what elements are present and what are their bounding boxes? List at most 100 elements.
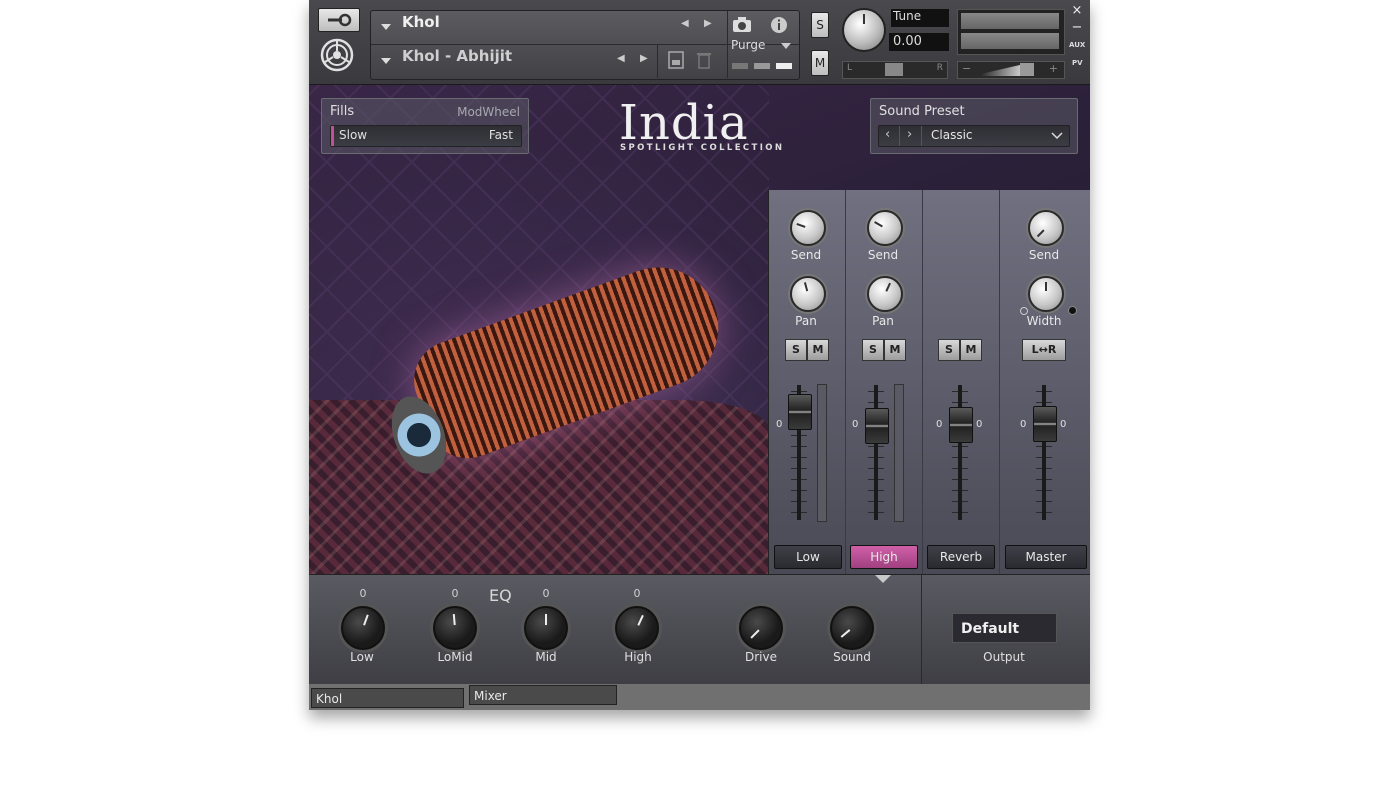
next-patch-icon[interactable]: ▶ [640,53,648,64]
send-label: Send [1028,248,1060,262]
pan-knob[interactable] [790,276,826,312]
wrench-icon [328,13,352,27]
tune-knob[interactable] [842,8,886,52]
volume-fader[interactable] [949,407,973,443]
volume-plus[interactable]: + [1049,62,1058,75]
send-knob[interactable] [1028,210,1064,246]
lr-swap-button[interactable]: L↔R [1022,339,1066,361]
pan-knob[interactable] [867,276,903,312]
sound-knob[interactable] [830,606,874,650]
send-knob[interactable] [790,210,826,246]
purge-label[interactable]: Purge [731,38,765,52]
prev-preset-icon[interactable]: ‹ [885,127,890,142]
channel-reverb-button[interactable]: Reverb [927,545,995,569]
eq-low-knob[interactable] [341,606,385,650]
sound-preset-selector[interactable]: ‹ › Classic [878,125,1070,147]
pan-label: Pan [795,314,817,328]
selected-channel-pointer-icon [875,575,891,583]
mute-button[interactable]: M [807,339,829,361]
drive-knob[interactable] [739,606,783,650]
eq-mid-knob[interactable] [524,606,568,650]
eq-lomid-value: 0 [451,587,459,600]
tab-khol[interactable]: Khol [311,688,464,708]
sound-preset-value[interactable]: Classic [931,128,973,142]
fader-zero-left-label: 0 [1020,419,1027,430]
minimize-button[interactable]: − [1070,21,1084,35]
pv-button[interactable]: PV [1072,59,1083,67]
width-label: Width [1026,314,1062,328]
send-label: Send [790,248,822,262]
wrench-button[interactable] [318,8,360,32]
fader-zero-left-label: 0 [936,419,943,430]
channel-high-button[interactable]: High [850,545,918,569]
level-meter [957,9,1065,55]
mute-button[interactable]: M [884,339,906,361]
prev-instrument-icon[interactable]: ◀ [681,18,689,29]
eq-high-knob[interactable] [615,606,659,650]
pan-slider[interactable]: L R [842,61,948,79]
instrument-header: Khol ◀ ▶ Khol - Abhijit ◀ ▶ Purge S M Tu… [309,0,1090,85]
fills-source[interactable]: ModWheel [457,105,520,119]
tune-value[interactable]: 0.00 [889,33,949,51]
next-instrument-icon[interactable]: ▶ [704,18,712,29]
tab-mixer[interactable]: Mixer [469,685,617,705]
send-knob[interactable] [867,210,903,246]
pan-slider-handle[interactable] [885,63,903,76]
solo-button[interactable]: S [862,339,884,361]
mute-button[interactable]: M [811,50,829,76]
volume-fader[interactable] [865,408,889,444]
eq-label: EQ [489,586,512,605]
tune-knob-indicator [863,14,865,24]
camera-icon[interactable] [732,16,752,34]
save-icon[interactable] [668,51,684,69]
instrument-name[interactable]: Khol [402,13,440,31]
eq-high-label: High [624,650,652,664]
fills-label: Fills [330,104,355,119]
volume-minus[interactable]: − [962,62,971,75]
width-knob[interactable] [1028,276,1064,312]
mixer-channel-master: Send Width L↔R 0 0 Master [1000,190,1090,574]
trash-icon[interactable] [697,51,711,69]
volume-slider-handle[interactable] [1020,63,1034,76]
volume-fader[interactable] [1033,406,1057,442]
pan-label: Pan [872,314,894,328]
level-meter [894,384,904,522]
eq-lomid-knob[interactable] [433,606,477,650]
sound-preset-panel: Sound Preset ‹ › Classic [870,98,1078,154]
channel-low-button[interactable]: Low [774,545,842,569]
mute-button[interactable]: M [960,339,982,361]
tune-label: Tune [891,9,949,27]
fills-fast-label: Fast [488,128,513,142]
india-logo-subtitle: SPOTLIGHT COLLECTION [620,143,785,153]
pan-left-label: L [847,63,853,73]
aux-button[interactable]: AUX [1069,41,1085,49]
volume-fader[interactable] [788,394,812,430]
next-preset-icon[interactable]: › [907,127,912,142]
fills-slider[interactable]: Slow Fast [330,125,522,147]
fader-zero-right-label: 0 [1060,419,1067,430]
fills-slider-handle[interactable] [331,126,334,146]
close-button[interactable]: × [1070,4,1084,18]
fader-zero-label: 0 [852,419,859,430]
output-label: Output [983,650,1025,664]
volume-slider[interactable]: − + [957,61,1065,79]
level-meter-left [961,13,1059,29]
fills-panel: Fills ModWheel Slow Fast [321,98,529,154]
info-icon[interactable] [770,16,788,34]
patch-name[interactable]: Khol - Abhijit [402,47,512,65]
solo-button[interactable]: S [785,339,807,361]
instrument-dropdown-icon[interactable] [381,24,391,30]
purge-dropdown-icon[interactable] [781,43,791,49]
volume-slider-fill [972,64,1024,76]
prev-patch-icon[interactable]: ◀ [617,53,625,64]
mixer-panel: Send Pan S M 0 Low Send Pan S M 0 High S… [768,190,1090,574]
solo-button[interactable]: S [811,12,829,38]
chevron-down-icon[interactable] [1051,132,1063,140]
level-meter [817,384,827,522]
solo-button[interactable]: S [938,339,960,361]
output-selector[interactable]: Default [952,613,1057,643]
eq-panel: EQ 0 Low 0 LoMid 0 Mid 0 High Drive Soun… [309,574,1090,685]
patch-dropdown-icon[interactable] [381,58,391,64]
channel-master-button[interactable]: Master [1005,545,1087,569]
purge-meter-1 [732,63,748,69]
